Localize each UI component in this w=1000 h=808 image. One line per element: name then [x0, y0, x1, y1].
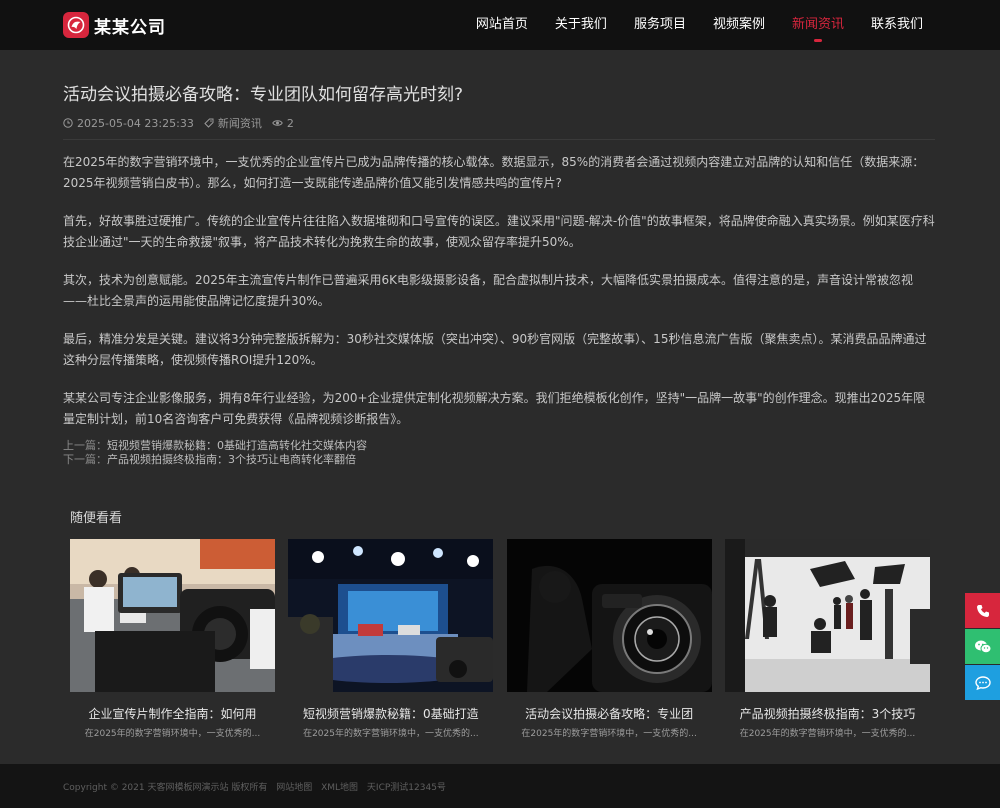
article-paragraph: 其次，技术为创意赋能。2025年主流宣传片制作已普遍采用6K电影级摄影设备，配合… — [63, 273, 914, 308]
related-card-thumbnail[interactable] — [506, 539, 712, 692]
wechat-icon — [974, 640, 991, 653]
article-paragraph: 某某公司专注企业影像服务，拥有8年行业经验，为200+企业提供定制化视频解决方案… — [63, 391, 926, 426]
logo-text: 某某公司 — [94, 17, 166, 38]
main-nav: 网站首页 关于我们 服务项目 视频案例 新闻资讯 联系我们 — [449, 0, 923, 50]
footer-sitemap-link[interactable]: 网站地图 — [276, 783, 312, 793]
related-card-title[interactable]: 短视频营销爆款秘籍：0基础打造 — [288, 705, 493, 721]
footer-icp-link[interactable]: 天ICP测试12345号 — [367, 783, 446, 793]
chat-icon — [974, 675, 991, 690]
related-cards: 企业宣传片制作全指南：如何用 在2025年的数字营销环境中，一支优秀的... 短… — [70, 539, 930, 739]
side-phone-button[interactable] — [965, 593, 1000, 628]
clock-icon — [63, 118, 73, 128]
prev-article-label: 上一篇： — [63, 439, 107, 452]
related-card-title[interactable]: 企业宣传片制作全指南：如何用 — [70, 705, 275, 721]
next-article: 下一篇：产品视频拍摄终极指南：3个技巧让电商转化率翻倍 — [63, 453, 935, 467]
article-title: 活动会议拍摄必备攻略：专业团队如何留存高光时刻? — [63, 85, 464, 105]
site-footer: Copyright © 2021 天客网模板网演示站 版权所有 网站地图 XML… — [0, 764, 1000, 808]
related-card-desc: 在2025年的数字营销环境中，一支优秀的... — [84, 729, 261, 739]
related-card-thumbnail[interactable] — [724, 539, 930, 692]
footer-copyright: Copyright © 2021 天客网模板网演示站 版权所有 — [63, 783, 268, 793]
article-views-count: 2 — [286, 116, 294, 130]
nav-item-video-cases[interactable]: 视频案例 — [713, 0, 765, 50]
article-paragraph: 首先，好故事胜过硬推广。传统的企业宣传片往往陷入数据堆砌和口号宣传的误区。建议采… — [63, 214, 935, 249]
related-card-desc: 在2025年的数字营销环境中，一支优秀的... — [521, 729, 697, 739]
related-card-thumbnail[interactable] — [70, 539, 275, 692]
article-paragraph: 在2025年的数字营销环境中，一支优秀的企业宣传片已成为品牌传播的核心载体。数据… — [63, 155, 925, 190]
next-article-link[interactable]: 产品视频拍摄终极指南：3个技巧让电商转化率翻倍 — [107, 453, 356, 466]
article: 活动会议拍摄必备攻略：专业团队如何留存高光时刻? 2025-05-04 23:2… — [63, 84, 935, 467]
nav-item-about[interactable]: 关于我们 — [555, 0, 607, 50]
article-prev-next: 上一篇：短视频营销爆款秘籍：0基础打造高转化社交媒体内容 下一篇：产品视频拍摄终… — [63, 439, 935, 467]
related-card[interactable]: 企业宣传片制作全指南：如何用 在2025年的数字营销环境中，一支优秀的... — [70, 539, 275, 739]
nav-item-home[interactable]: 网站首页 — [476, 0, 528, 50]
eye-icon — [272, 120, 283, 126]
nav-item-news[interactable]: 新闻资讯 — [792, 0, 844, 50]
nav-item-contact[interactable]: 联系我们 — [871, 0, 923, 50]
related-card-title[interactable]: 活动会议拍摄必备攻略：专业团 — [507, 705, 712, 721]
prev-article: 上一篇：短视频营销爆款秘籍：0基础打造高转化社交媒体内容 — [63, 439, 935, 453]
article-category-text: 新闻资讯 — [217, 117, 262, 130]
site-logo[interactable]: 某某公司 — [63, 12, 166, 38]
article-views: 2 — [272, 117, 294, 130]
footer-text: Copyright © 2021 天客网模板网演示站 版权所有 网站地图 XML… — [63, 780, 452, 793]
footer-xml-sitemap-link[interactable]: XML地图 — [321, 783, 358, 793]
article-category[interactable]: 新闻资讯 — [204, 115, 262, 131]
related-card-desc: 在2025年的数字营销环境中，一支优秀的... — [739, 729, 916, 739]
related-card[interactable]: 产品视频拍摄终极指南：3个技巧 在2025年的数字营销环境中，一支优秀的... — [724, 539, 930, 739]
related-card-desc: 在2025年的数字营销环境中，一支优秀的... — [303, 729, 479, 739]
side-chat-button[interactable] — [965, 665, 1000, 700]
phone-icon — [976, 604, 989, 617]
related-card[interactable]: 短视频营销爆款秘籍：0基础打造 在2025年的数字营销环境中，一支优秀的... — [288, 539, 494, 739]
prev-article-link[interactable]: 短视频营销爆款秘籍：0基础打造高转化社交媒体内容 — [107, 439, 367, 452]
article-date: 2025-05-04 23:25:33 — [63, 117, 194, 130]
related-card-title[interactable]: 产品视频拍摄终极指南：3个技巧 — [725, 705, 930, 721]
site-header: 某某公司 网站首页 关于我们 服务项目 视频案例 新闻资讯 联系我们 — [0, 0, 1000, 50]
logo-icon — [63, 12, 89, 38]
related-card-thumbnail[interactable] — [288, 539, 494, 692]
related-heading: 随便看看 — [70, 511, 123, 526]
tag-icon — [204, 118, 214, 128]
next-article-label: 下一篇： — [63, 453, 107, 466]
article-meta: 2025-05-04 23:25:33 新闻资讯 2 — [63, 115, 935, 131]
article-date-text: 2025-05-04 23:25:33 — [77, 116, 194, 130]
nav-item-services[interactable]: 服务项目 — [634, 0, 686, 50]
side-toolbar — [965, 593, 1000, 701]
related-card[interactable]: 活动会议拍摄必备攻略：专业团 在2025年的数字营销环境中，一支优秀的... — [506, 539, 712, 739]
article-paragraph: 最后，精准分发是关键。建议将3分钟完整版拆解为：30秒社交媒体版（突出冲突）、9… — [63, 332, 927, 367]
article-content: 在2025年的数字营销环境中，一支优秀的企业宣传片已成为品牌传播的核心载体。数据… — [63, 152, 935, 429]
side-wechat-button[interactable] — [965, 629, 1000, 664]
article-divider — [63, 139, 935, 140]
